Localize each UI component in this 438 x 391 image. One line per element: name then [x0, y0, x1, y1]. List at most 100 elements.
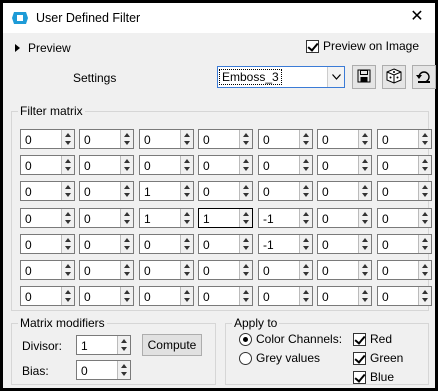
- matrix-cell-r0-c1[interactable]: 0: [79, 129, 134, 149]
- blue-checkbox[interactable]: Blue: [353, 370, 394, 384]
- matrix-cell-r3-c3[interactable]: 1: [198, 208, 253, 228]
- matrix-cell-r3-c6[interactable]: 0: [377, 208, 432, 228]
- spinner-arrows[interactable]: [239, 130, 252, 148]
- matrix-cell-r1-c2[interactable]: 0: [139, 155, 194, 175]
- spinner-arrows[interactable]: [239, 209, 252, 227]
- reset-button[interactable]: [412, 65, 436, 89]
- spinner-arrows[interactable]: [418, 261, 431, 279]
- spinner-arrows[interactable]: [418, 209, 431, 227]
- matrix-cell-r2-c4[interactable]: 0: [258, 181, 313, 201]
- grey-values-radio[interactable]: Grey values: [239, 351, 320, 365]
- matrix-cell-r4-c3[interactable]: 0: [198, 234, 253, 254]
- spinner-arrows[interactable]: [358, 235, 371, 253]
- preview-on-image-checkbox[interactable]: Preview on Image: [305, 39, 419, 53]
- spinner-arrows[interactable]: [299, 261, 312, 279]
- spinner-arrows[interactable]: [239, 287, 252, 305]
- matrix-cell-r5-c2[interactable]: 0: [139, 260, 194, 280]
- spinner-arrows[interactable]: [180, 130, 193, 148]
- bias-spinner[interactable]: 0: [76, 360, 131, 380]
- spinner-arrows[interactable]: [418, 182, 431, 200]
- spinner-arrows[interactable]: [358, 182, 371, 200]
- matrix-cell-r0-c3[interactable]: 0: [198, 129, 253, 149]
- matrix-cell-r0-c5[interactable]: 0: [317, 129, 372, 149]
- matrix-cell-r3-c5[interactable]: 0: [317, 208, 372, 228]
- matrix-cell-r5-c6[interactable]: 0: [377, 260, 432, 280]
- matrix-cell-r1-c5[interactable]: 0: [317, 155, 372, 175]
- spinner-arrows[interactable]: [239, 182, 252, 200]
- color-channels-radio[interactable]: Color Channels:: [239, 332, 342, 346]
- matrix-cell-r4-c5[interactable]: 0: [317, 234, 372, 254]
- spinner-arrows[interactable]: [418, 130, 431, 148]
- matrix-cell-r2-c2[interactable]: 1: [139, 181, 194, 201]
- matrix-cell-r2-c3[interactable]: 0: [198, 181, 253, 201]
- matrix-cell-r3-c0[interactable]: 0: [20, 208, 75, 228]
- compute-button[interactable]: Compute: [142, 334, 202, 356]
- matrix-cell-r1-c6[interactable]: 0: [377, 155, 432, 175]
- spinner-arrows[interactable]: [120, 209, 133, 227]
- matrix-cell-r3-c4[interactable]: -1: [258, 208, 313, 228]
- matrix-cell-r4-c6[interactable]: 0: [377, 234, 432, 254]
- matrix-cell-r4-c1[interactable]: 0: [79, 234, 134, 254]
- matrix-cell-r1-c3[interactable]: 0: [198, 155, 253, 175]
- matrix-cell-r2-c6[interactable]: 0: [377, 181, 432, 201]
- spinner-arrows[interactable]: [180, 182, 193, 200]
- matrix-cell-r5-c5[interactable]: 0: [317, 260, 372, 280]
- spinner-arrows[interactable]: [117, 361, 130, 379]
- spinner-arrows[interactable]: [358, 287, 371, 305]
- matrix-cell-r6-c0[interactable]: 0: [20, 286, 75, 306]
- matrix-cell-r5-c4[interactable]: 0: [258, 260, 313, 280]
- matrix-cell-r6-c6[interactable]: 0: [377, 286, 432, 306]
- red-checkbox[interactable]: Red: [353, 332, 392, 346]
- matrix-cell-r3-c1[interactable]: 0: [79, 208, 134, 228]
- spinner-arrows[interactable]: [61, 287, 74, 305]
- matrix-cell-r5-c0[interactable]: 0: [20, 260, 75, 280]
- spinner-arrows[interactable]: [120, 287, 133, 305]
- spinner-arrows[interactable]: [418, 156, 431, 174]
- matrix-cell-r2-c0[interactable]: 0: [20, 181, 75, 201]
- settings-dropdown[interactable]: Emboss_3: [217, 66, 345, 88]
- spinner-arrows[interactable]: [239, 261, 252, 279]
- spinner-arrows[interactable]: [180, 235, 193, 253]
- matrix-cell-r1-c1[interactable]: 0: [79, 155, 134, 175]
- spinner-arrows[interactable]: [120, 130, 133, 148]
- spinner-arrows[interactable]: [299, 287, 312, 305]
- spinner-arrows[interactable]: [61, 182, 74, 200]
- spinner-arrows[interactable]: [299, 235, 312, 253]
- matrix-cell-r4-c0[interactable]: 0: [20, 234, 75, 254]
- spinner-arrows[interactable]: [418, 235, 431, 253]
- matrix-cell-r6-c5[interactable]: 0: [317, 286, 372, 306]
- matrix-cell-r0-c2[interactable]: 0: [139, 129, 194, 149]
- spinner-arrows[interactable]: [180, 209, 193, 227]
- matrix-cell-r4-c2[interactable]: 0: [139, 234, 194, 254]
- spinner-arrows[interactable]: [117, 336, 130, 354]
- spinner-arrows[interactable]: [418, 287, 431, 305]
- spinner-arrows[interactable]: [358, 261, 371, 279]
- spinner-arrows[interactable]: [239, 235, 252, 253]
- spinner-arrows[interactable]: [61, 209, 74, 227]
- save-preset-button[interactable]: [352, 65, 376, 89]
- spinner-arrows[interactable]: [358, 130, 371, 148]
- randomize-button[interactable]: [382, 65, 406, 89]
- matrix-cell-r3-c2[interactable]: 1: [139, 208, 194, 228]
- spinner-arrows[interactable]: [299, 130, 312, 148]
- preview-expander[interactable]: Preview: [15, 41, 71, 55]
- matrix-cell-r5-c1[interactable]: 0: [79, 260, 134, 280]
- matrix-cell-r6-c2[interactable]: 0: [139, 286, 194, 306]
- spinner-arrows[interactable]: [358, 156, 371, 174]
- spinner-arrows[interactable]: [61, 130, 74, 148]
- spinner-arrows[interactable]: [120, 182, 133, 200]
- matrix-cell-r2-c5[interactable]: 0: [317, 181, 372, 201]
- matrix-cell-r6-c1[interactable]: 0: [79, 286, 134, 306]
- matrix-cell-r0-c4[interactable]: 0: [258, 129, 313, 149]
- green-checkbox[interactable]: Green: [353, 351, 403, 365]
- matrix-cell-r4-c4[interactable]: -1: [258, 234, 313, 254]
- spinner-arrows[interactable]: [299, 209, 312, 227]
- spinner-arrows[interactable]: [239, 156, 252, 174]
- spinner-arrows[interactable]: [61, 235, 74, 253]
- spinner-arrows[interactable]: [299, 156, 312, 174]
- spinner-arrows[interactable]: [180, 261, 193, 279]
- matrix-cell-r5-c3[interactable]: 0: [198, 260, 253, 280]
- matrix-cell-r6-c4[interactable]: 0: [258, 286, 313, 306]
- matrix-cell-r1-c0[interactable]: 0: [20, 155, 75, 175]
- matrix-cell-r1-c4[interactable]: 0: [258, 155, 313, 175]
